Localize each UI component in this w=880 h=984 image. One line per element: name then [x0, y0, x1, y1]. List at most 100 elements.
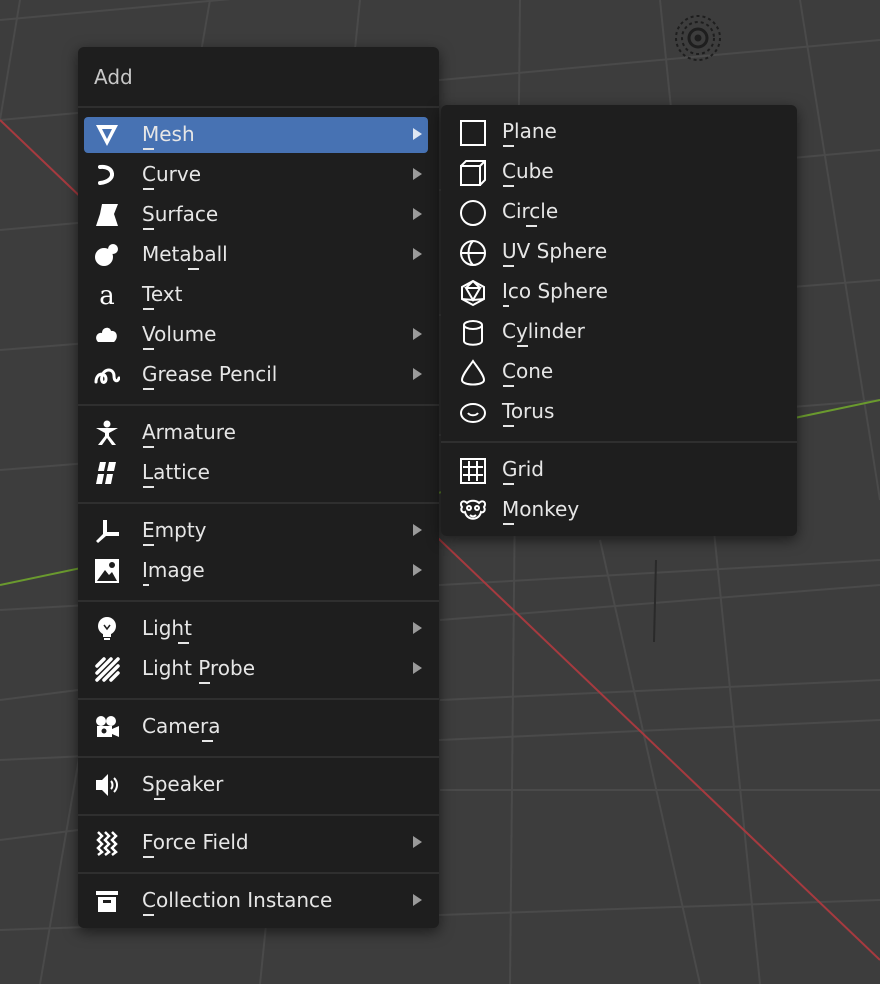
submenu-item-uv-sphere[interactable]: UV Sphere — [447, 234, 789, 270]
menu-item-metaball[interactable]: Metaball — [84, 237, 428, 273]
mnemonic-underline — [143, 486, 154, 488]
grease-pencil-icon — [94, 362, 120, 388]
curve-icon — [94, 162, 120, 188]
submenu-arrow-icon — [413, 564, 422, 576]
submenu-item-label: UV Sphere — [502, 239, 608, 263]
submenu-arrow-icon — [413, 168, 422, 180]
submenu-item-label: Plane — [502, 119, 557, 143]
menu-item-light-probe[interactable]: Light Probe — [84, 651, 428, 687]
mnemonic-underline — [143, 544, 154, 546]
menu-item-label: Lattice — [142, 460, 210, 484]
mnemonic-underline — [154, 798, 165, 800]
menu-item-label: Light — [142, 616, 192, 640]
cone-icon — [459, 359, 487, 387]
menu-item-label: Armature — [142, 420, 236, 444]
armature-icon — [94, 420, 120, 446]
uv-sphere-icon — [459, 239, 487, 267]
light-icon — [94, 616, 120, 642]
mnemonic-underline — [202, 740, 213, 742]
svg-text:a: a — [99, 282, 115, 308]
add-menu: Add Mesh Curve Surface Metaball a Text V… — [78, 47, 439, 928]
mnemonic-underline — [503, 523, 514, 525]
plane-icon — [459, 119, 487, 147]
submenu-item-monkey[interactable]: Monkey — [447, 492, 789, 528]
menu-separator — [78, 872, 439, 874]
mnemonic-underline — [143, 914, 154, 916]
menu-separator — [78, 502, 439, 504]
force-field-icon — [94, 830, 120, 856]
menu-item-camera[interactable]: Camera — [84, 709, 428, 745]
surface-icon — [94, 202, 120, 228]
lattice-icon — [94, 460, 120, 486]
collection-instance-icon — [94, 888, 120, 914]
submenu-arrow-icon — [413, 368, 422, 380]
mnemonic-underline — [503, 385, 514, 387]
menu-separator — [78, 404, 439, 406]
mnemonic-underline — [178, 642, 189, 644]
menu-item-label: Surface — [142, 202, 219, 226]
menu-separator — [78, 756, 439, 758]
mnemonic-underline — [143, 388, 154, 390]
menu-item-text[interactable]: a Text — [84, 277, 428, 313]
mesh-submenu: Plane Cube Circle UV Sphere Ico Sphere C… — [441, 105, 797, 536]
menu-separator — [78, 814, 439, 816]
torus-icon — [459, 399, 487, 427]
light-object-icon[interactable] — [675, 15, 721, 61]
menu-item-label: Text — [142, 282, 183, 306]
submenu-arrow-icon — [413, 208, 422, 220]
mnemonic-underline — [143, 856, 154, 858]
submenu-item-cube[interactable]: Cube — [447, 154, 789, 190]
menu-separator — [78, 600, 439, 602]
menu-item-grease-pencil[interactable]: Grease Pencil — [84, 357, 428, 393]
submenu-item-circle[interactable]: Circle — [447, 194, 789, 230]
submenu-arrow-icon — [413, 328, 422, 340]
menu-item-empty[interactable]: Empty — [84, 513, 428, 549]
mnemonic-underline — [143, 348, 154, 350]
menu-item-mesh[interactable]: Mesh — [84, 117, 428, 153]
mnemonic-underline — [503, 483, 514, 485]
submenu-item-ico-sphere[interactable]: Ico Sphere — [447, 274, 789, 310]
submenu-item-grid[interactable]: Grid — [447, 452, 789, 488]
menu-item-label: Empty — [142, 518, 207, 542]
mnemonic-underline — [143, 188, 154, 190]
menu-item-lattice[interactable]: Lattice — [84, 455, 428, 491]
title-separator — [78, 106, 439, 108]
submenu-item-torus[interactable]: Torus — [447, 394, 789, 430]
menu-item-image[interactable]: Image — [84, 553, 428, 589]
mnemonic-underline — [188, 268, 199, 270]
menu-item-speaker[interactable]: Speaker — [84, 767, 428, 803]
metaball-icon — [94, 242, 120, 268]
cylinder-icon — [459, 319, 487, 347]
submenu-arrow-icon — [413, 524, 422, 536]
submenu-item-cylinder[interactable]: Cylinder — [447, 314, 789, 350]
submenu-item-label: Cone — [502, 359, 554, 383]
menu-item-label: Force Field — [142, 830, 249, 854]
submenu-item-plane[interactable]: Plane — [447, 114, 789, 150]
mnemonic-underline — [143, 148, 154, 150]
mnemonic-underline — [503, 265, 514, 267]
submenu-item-cone[interactable]: Cone — [447, 354, 789, 390]
empty-icon — [94, 518, 120, 544]
menu-item-light[interactable]: Light — [84, 611, 428, 647]
ico-sphere-icon — [459, 279, 487, 307]
menu-item-armature[interactable]: Armature — [84, 415, 428, 451]
menu-separator — [78, 698, 439, 700]
menu-item-curve[interactable]: Curve — [84, 157, 428, 193]
mnemonic-underline — [503, 145, 514, 147]
mesh-icon — [94, 122, 120, 148]
submenu-item-label: Monkey — [502, 497, 580, 521]
text-icon: a — [94, 282, 120, 308]
menu-item-collection-instance[interactable]: Collection Instance — [84, 883, 428, 919]
mnemonic-underline — [526, 225, 537, 227]
menu-item-volume[interactable]: Volume — [84, 317, 428, 353]
mnemonic-underline — [143, 228, 154, 230]
mnemonic-underline — [503, 185, 514, 187]
submenu-item-label: Torus — [502, 399, 555, 423]
light-probe-icon — [94, 656, 120, 682]
menu-item-force-field[interactable]: Force Field — [84, 825, 428, 861]
menu-item-label: Grease Pencil — [142, 362, 278, 386]
mnemonic-underline — [199, 682, 210, 684]
submenu-arrow-icon — [413, 894, 422, 906]
mnemonic-underline — [503, 305, 509, 307]
menu-item-surface[interactable]: Surface — [84, 197, 428, 233]
